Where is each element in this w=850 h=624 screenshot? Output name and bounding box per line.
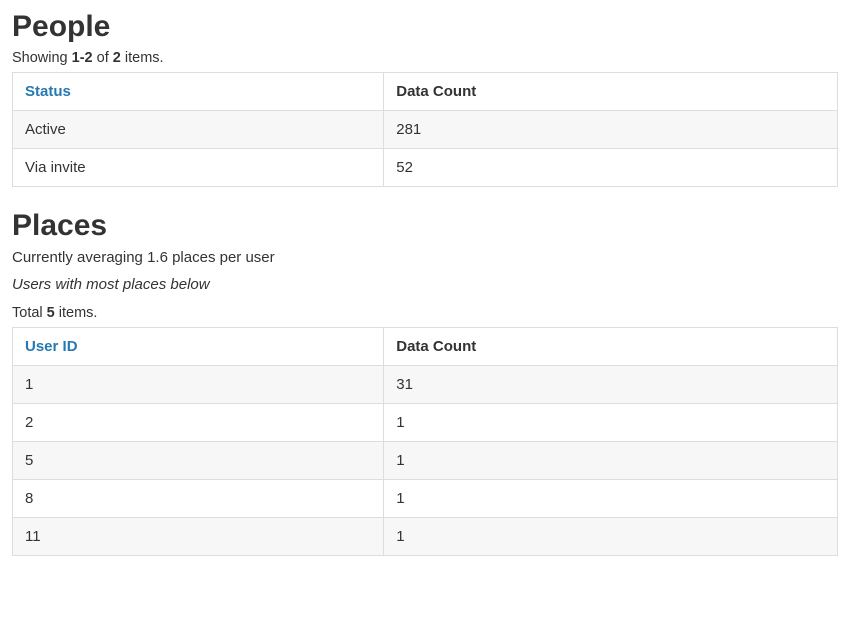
places-subhead: Users with most places below xyxy=(12,276,838,293)
places-cell-count: 1 xyxy=(384,404,838,442)
places-cell-userid: 11 xyxy=(13,518,384,556)
people-table: Status Data Count Active 281 Via invite … xyxy=(12,72,838,187)
people-cell-status: Via invite xyxy=(13,149,384,187)
places-cell-count: 31 xyxy=(384,366,838,404)
people-summary-mid: of xyxy=(93,50,113,66)
people-cell-count: 281 xyxy=(384,111,838,149)
places-total-prefix: Total xyxy=(12,305,47,321)
people-summary-prefix: Showing xyxy=(12,50,72,66)
places-cell-count: 1 xyxy=(384,480,838,518)
people-col-status[interactable]: Status xyxy=(13,73,384,111)
table-row: 8 1 xyxy=(13,480,838,518)
table-row: 1 31 xyxy=(13,366,838,404)
people-cell-status: Active xyxy=(13,111,384,149)
people-summary-range: 1-2 xyxy=(72,50,93,66)
table-row: Active 281 xyxy=(13,111,838,149)
table-row: 5 1 xyxy=(13,442,838,480)
places-cell-userid: 5 xyxy=(13,442,384,480)
people-summary-suffix: items. xyxy=(121,50,164,66)
table-row: 11 1 xyxy=(13,518,838,556)
table-row: Via invite 52 xyxy=(13,149,838,187)
people-summary: Showing 1-2 of 2 items. xyxy=(12,50,838,66)
places-cell-count: 1 xyxy=(384,518,838,556)
places-cell-userid: 1 xyxy=(13,366,384,404)
people-summary-total: 2 xyxy=(113,50,121,66)
places-heading: Places xyxy=(12,209,838,243)
places-total: Total 5 items. xyxy=(12,305,838,321)
places-cell-userid: 2 xyxy=(13,404,384,442)
places-total-suffix: items. xyxy=(55,305,98,321)
places-cell-userid: 8 xyxy=(13,480,384,518)
people-heading: People xyxy=(12,10,838,44)
places-cell-count: 1 xyxy=(384,442,838,480)
places-col-count: Data Count xyxy=(384,328,838,366)
places-total-count: 5 xyxy=(47,305,55,321)
places-avg-line: Currently averaging 1.6 places per user xyxy=(12,249,838,266)
places-table: User ID Data Count 1 31 2 1 5 1 8 1 11 1 xyxy=(12,327,838,556)
people-col-count: Data Count xyxy=(384,73,838,111)
places-col-userid[interactable]: User ID xyxy=(13,328,384,366)
people-cell-count: 52 xyxy=(384,149,838,187)
table-row: 2 1 xyxy=(13,404,838,442)
